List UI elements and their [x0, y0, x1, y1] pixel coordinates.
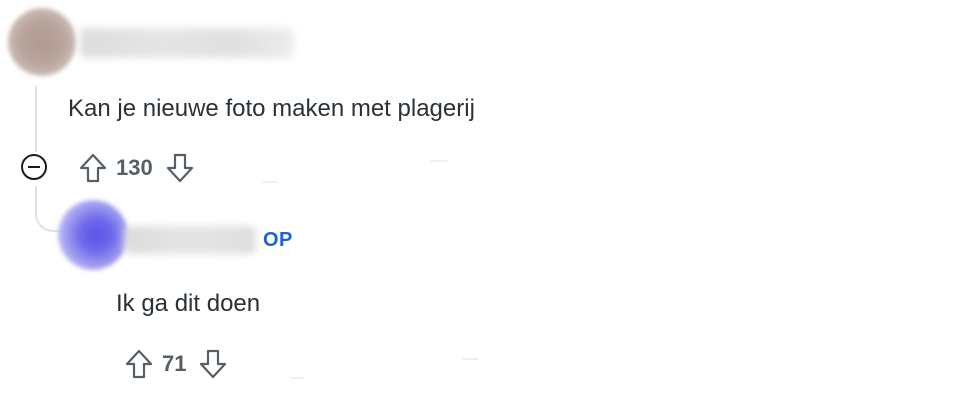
- collapse-thread-button[interactable]: [21, 154, 47, 180]
- upvote-button[interactable]: [124, 348, 154, 380]
- thread-line[interactable]: [35, 86, 37, 152]
- upvote-button[interactable]: [78, 152, 108, 184]
- arrow-down-icon: [166, 153, 193, 183]
- faint-mark: [430, 160, 448, 162]
- faint-mark: [290, 377, 304, 379]
- arrow-up-icon: [79, 153, 107, 183]
- avatar[interactable]: [58, 200, 128, 270]
- reply-text: Ik ga dit doen: [116, 290, 261, 317]
- vote-controls: 130: [78, 150, 195, 186]
- minus-icon: [28, 166, 40, 168]
- op-badge: OP: [263, 229, 293, 251]
- avatar[interactable]: [8, 8, 76, 76]
- vote-controls: 71: [124, 346, 228, 382]
- score: 130: [116, 155, 153, 180]
- downvote-button[interactable]: [165, 152, 195, 184]
- arrow-down-icon: [200, 349, 227, 379]
- comment-text: Kan je nieuwe foto maken met plagerij: [68, 95, 475, 122]
- faint-mark: [462, 358, 478, 360]
- username-redacted[interactable]: [124, 226, 256, 254]
- downvote-button[interactable]: [198, 348, 228, 380]
- arrow-up-icon: [125, 349, 153, 379]
- faint-mark: [262, 181, 278, 183]
- score: 71: [162, 351, 187, 376]
- username-redacted[interactable]: [80, 28, 294, 58]
